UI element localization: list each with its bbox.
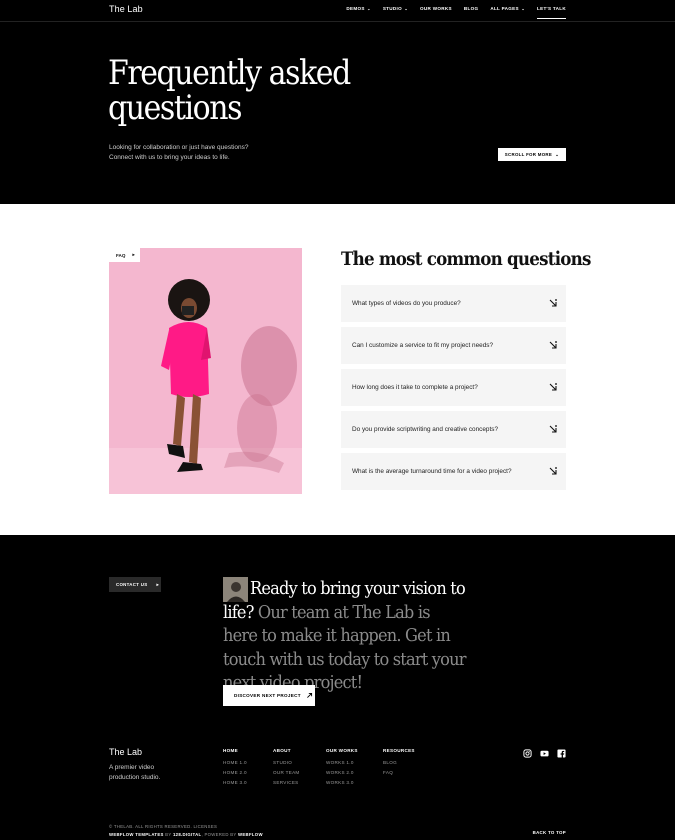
footer-link[interactable]: OUR TEAM (273, 770, 300, 775)
faq-item[interactable]: What is the average turnaround time for … (341, 453, 566, 490)
faq-photo: FAQ ▸ (109, 248, 302, 494)
youtube-icon[interactable] (540, 749, 549, 758)
lets-talk-link[interactable]: LET'S TALK (536, 6, 567, 19)
footer-column-title: RESOURCES (383, 748, 415, 753)
scroll-button-label: SCROLL FOR MORE (504, 152, 553, 157)
hero-subtitle: Looking for collaboration or just have q… (109, 143, 289, 163)
footer-link[interactable]: STUDIO (273, 760, 300, 765)
facebook-icon[interactable] (557, 749, 566, 758)
footer-link[interactable]: WORKS 2.0 (326, 770, 358, 775)
footer-column-title: OUR WORKS (326, 748, 358, 753)
expand-arrow-icon (549, 341, 557, 349)
footer-link[interactable]: FAQ (383, 770, 415, 775)
credits-by-text: BY (165, 832, 172, 837)
footer-link[interactable]: HOME 3.0 (223, 780, 247, 785)
contact-us-button[interactable]: CONTACT US ▸ (109, 577, 161, 592)
chevron-down-icon: ⌄ (555, 151, 560, 157)
page-title: Frequently asked questions (108, 53, 351, 128)
footer-link[interactable]: HOME 2.0 (223, 770, 247, 775)
nav-links: DEMOS ⌄ STUDIO ⌄ OUR WORKS BLOG ALL PAGE… (334, 6, 567, 19)
faq-tag: FAQ ▸ (109, 248, 140, 262)
site-logo[interactable]: The Lab (109, 4, 143, 14)
expand-arrow-icon (549, 383, 557, 391)
faq-item[interactable]: What types of videos do you produce? (341, 285, 566, 322)
cta-headline-secondary: Our team at The Lab is here to make it h… (223, 601, 466, 694)
top-navigation: The Lab DEMOS ⌄ STUDIO ⌄ OUR WORKS BLOG … (0, 0, 675, 22)
back-to-top-link[interactable]: BACK TO TOP (533, 830, 566, 835)
nav-link-demos[interactable]: DEMOS ⌄ (346, 6, 370, 11)
chevron-down-icon: ⌄ (519, 6, 525, 11)
credits-templates-link[interactable]: WEBFLOW TEMPLATES (109, 832, 164, 837)
nav-link-studio[interactable]: STUDIO ⌄ (383, 6, 408, 11)
contact-button-label: CONTACT US (116, 582, 148, 587)
footer-column-about: ABOUT STUDIO OUR TEAM SERVICES (273, 748, 300, 790)
faq-question: Do you provide scriptwriting and creativ… (352, 426, 498, 433)
chevron-down-icon: ⌄ (402, 6, 409, 11)
discover-button-label: DISCOVER NEXT PROJECT (234, 693, 301, 698)
faq-question: Can I customize a service to fit my proj… (352, 342, 494, 349)
footer-link[interactable]: BLOG (383, 760, 415, 765)
faq-item[interactable]: How long does it take to complete a proj… (341, 369, 566, 406)
nav-link-blog[interactable]: BLOG (464, 6, 478, 11)
faq-heading: The most common questions (341, 248, 591, 270)
footer-logo[interactable]: The Lab (109, 747, 142, 757)
chevron-down-icon: ⌄ (365, 6, 371, 11)
footer-link[interactable]: SERVICES (273, 780, 300, 785)
footer-link[interactable]: HOME 1.0 (223, 760, 247, 765)
faq-section: FAQ ▸ The most common questions What typ… (0, 204, 675, 535)
arrow-diagonal-icon (306, 692, 312, 698)
woman-with-camera-illustration (109, 248, 302, 494)
expand-arrow-icon (549, 467, 557, 475)
footer-tagline: A premier video production studio. (109, 764, 161, 781)
footer-column-title: HOME (223, 748, 238, 753)
credits-webflow-link[interactable]: WEBFLOW (238, 832, 263, 837)
copyright: © THELAB. ALL RIGHTS RESERVED. LICENSES … (109, 823, 263, 839)
footer-column-resources: RESOURCES BLOG FAQ (383, 748, 415, 780)
faq-question: What types of videos do you produce? (352, 300, 461, 307)
hero-subtitle-line-1: Looking for collaboration or just have q… (109, 144, 249, 151)
page-title-line-2: questions (108, 88, 242, 128)
nav-link-all-pages[interactable]: ALL PAGES ⌄ (490, 6, 525, 11)
arrow-right-icon: ▸ (156, 581, 159, 587)
footer-column-title: ABOUT (273, 748, 291, 753)
footer-link[interactable]: WORKS 3.0 (326, 780, 358, 785)
expand-arrow-icon (549, 425, 557, 433)
expand-arrow-icon (549, 299, 557, 307)
scroll-for-more-button[interactable]: SCROLL FOR MORE ⌄ (498, 148, 566, 161)
faq-item[interactable]: Can I customize a service to fit my proj… (341, 327, 566, 364)
faq-item[interactable]: Do you provide scriptwriting and creativ… (341, 411, 566, 448)
faq-list: What types of videos do you produce? Can… (341, 285, 566, 495)
credits-powered-text: POWERED BY (204, 832, 237, 837)
footer-column-our-works: OUR WORKS WORKS 1.0 WORKS 2.0 WORKS 3.0 (326, 748, 358, 790)
footer-column-home: HOME HOME 1.0 HOME 2.0 HOME 3.0 (223, 748, 247, 790)
nav-link-our-works[interactable]: OUR WORKS (420, 6, 452, 11)
discover-next-project-button[interactable]: DISCOVER NEXT PROJECT (223, 685, 315, 706)
page-title-line-1: Frequently asked (108, 53, 351, 93)
credits-studio-link[interactable]: 128.DIGITAL (173, 832, 202, 837)
faq-tag-label: FAQ (116, 252, 126, 258)
arrow-right-icon: ▸ (132, 252, 135, 257)
instagram-icon[interactable] (523, 749, 532, 758)
copyright-text: © THELAB. ALL RIGHTS RESERVED. LICENSES (109, 824, 218, 829)
faq-question: What is the average turnaround time for … (352, 468, 512, 475)
cta-headline: Ready to bring your vision to life? Our … (223, 577, 466, 695)
footer-link[interactable]: WORKS 1.0 (326, 760, 358, 765)
hero-subtitle-line-2: Connect with us to bring your ideas to l… (109, 154, 230, 161)
faq-question: How long does it take to complete a proj… (352, 384, 478, 391)
